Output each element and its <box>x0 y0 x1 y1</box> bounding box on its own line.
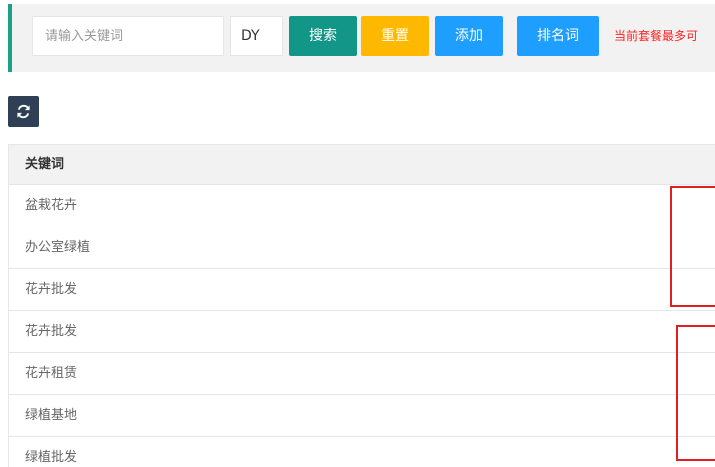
add-button[interactable]: 添加 <box>435 16 503 56</box>
refresh-icon <box>17 104 30 119</box>
table-header-keyword: 关键词 <box>9 144 715 185</box>
highlight-box <box>670 186 715 307</box>
table-row: 花卉批发 <box>9 311 715 353</box>
table-row: 办公室绿植 <box>9 227 715 269</box>
search-button[interactable]: 搜索 <box>289 16 357 56</box>
refresh-button[interactable] <box>8 96 39 127</box>
reset-button[interactable]: 重置 <box>361 16 429 56</box>
search-toolbar: DY 搜索 重置 添加 排名词 当前套餐最多可 <box>8 4 715 72</box>
table-row: 花卉批发 <box>9 269 715 311</box>
keyword-search-input[interactable] <box>32 16 224 56</box>
table-row: 绿植批发 <box>25 450 78 465</box>
rank-keywords-button[interactable]: 排名词 <box>517 16 599 56</box>
keyword-table: 关键词 盆栽花卉 办公室绿植 花卉批发 花卉批发 花卉租赁 绿植基地 绿植批发 <box>8 144 715 467</box>
table-row: 花卉租赁 <box>9 353 715 395</box>
highlight-box <box>676 325 715 461</box>
table-row: 盆栽花卉 <box>25 198 78 213</box>
platform-select[interactable]: DY <box>230 16 283 56</box>
table-row: 绿植基地 <box>9 395 715 437</box>
plan-limit-notice: 当前套餐最多可 <box>614 29 699 43</box>
